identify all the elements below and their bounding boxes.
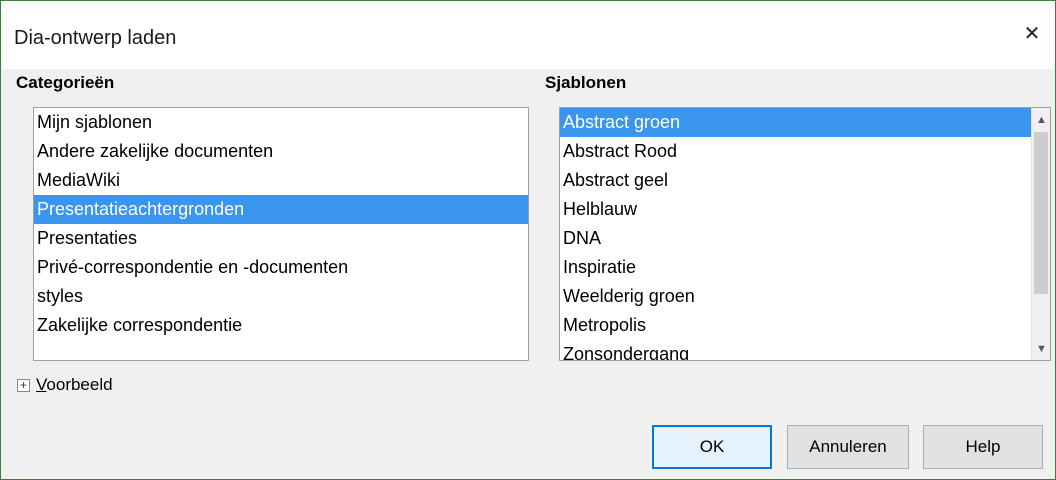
templates-list-item[interactable]: Inspiratie — [560, 253, 1031, 282]
templates-list-item[interactable]: Abstract groen — [560, 108, 1031, 137]
preview-label: Voorbeeld — [36, 375, 113, 394]
templates-list-item[interactable]: Weelderig groen — [560, 282, 1031, 311]
preview-expander[interactable]: + Voorbeeld — [17, 375, 113, 395]
categories-list-item[interactable]: MediaWiki — [34, 166, 528, 195]
templates-listbox[interactable]: Abstract groen Abstract Rood Abstract geel… — [559, 107, 1051, 361]
categories-list-item[interactable]: Andere zakelijke documenten — [34, 137, 528, 166]
categories-list-item[interactable]: Privé-correspondentie en -documenten — [34, 253, 528, 282]
chevron-up-icon: ▲ — [1036, 113, 1047, 126]
templates-list-item[interactable]: Zonsondergang — [560, 340, 1031, 360]
close-icon: ✕ — [1023, 22, 1041, 45]
categories-label: Categorieën — [16, 73, 115, 92]
dialog-title: Dia-ontwerp laden — [14, 27, 177, 49]
categories-list-item[interactable]: Mijn sjablonen — [34, 108, 528, 137]
categories-list-item[interactable]: Presentatieachtergronden — [34, 195, 528, 224]
categories-listbox[interactable]: Mijn sjablonen Andere zakelijke documente… — [33, 107, 529, 361]
templates-list-item[interactable]: Abstract geel — [560, 166, 1031, 195]
scroll-up-button[interactable]: ▲ — [1032, 110, 1050, 129]
help-button[interactable]: Help — [923, 425, 1043, 469]
templates-label: Sjablonen — [545, 73, 627, 92]
templates-scrollbar[interactable]: ▲ ▼ — [1031, 108, 1050, 360]
title-bar: Dia-ontwerp laden ✕ — [1, 1, 1055, 69]
categories-list-item[interactable]: Presentaties — [34, 224, 528, 253]
close-button[interactable]: ✕ — [1009, 1, 1055, 65]
dialog-window: Dia-ontwerp laden ✕ Categorieën Mijn sja… — [0, 0, 1056, 480]
templates-list-item[interactable]: DNA — [560, 224, 1031, 253]
templates-items: Abstract groen Abstract Rood Abstract geel… — [560, 108, 1031, 360]
templates-list-item[interactable]: Abstract Rood — [560, 137, 1031, 166]
chevron-down-icon: ▼ — [1036, 342, 1047, 355]
scroll-thumb[interactable] — [1034, 132, 1048, 294]
scroll-down-button[interactable]: ▼ — [1032, 339, 1050, 358]
categories-list-item[interactable]: styles — [34, 282, 528, 311]
expand-plus-icon: + — [17, 378, 30, 392]
templates-list-item[interactable]: Metropolis — [560, 311, 1031, 340]
ok-button[interactable]: OK — [652, 425, 772, 469]
templates-list-item[interactable]: Helblauw — [560, 195, 1031, 224]
cancel-button[interactable]: Annuleren — [787, 425, 909, 469]
categories-list-item[interactable]: Zakelijke correspondentie — [34, 311, 528, 340]
